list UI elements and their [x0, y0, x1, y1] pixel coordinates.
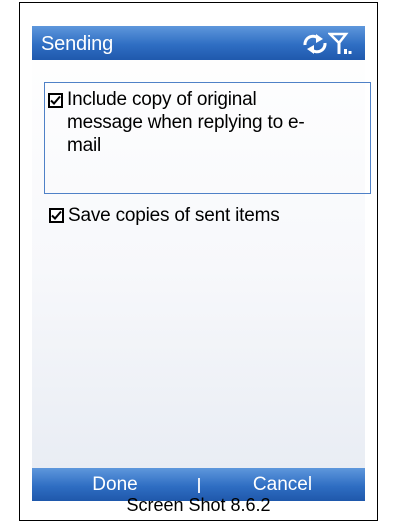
- title-bar: Sending: [32, 26, 365, 60]
- screenshot-frame: Sending Include copy of original message…: [19, 2, 378, 521]
- include-copy-label-line-1: Include copy of original: [67, 89, 257, 110]
- signal-icon: [328, 32, 352, 54]
- page-title: Sending: [41, 33, 113, 55]
- sync-icon: [303, 34, 327, 54]
- checkmark-icon: [51, 210, 62, 220]
- option-include-copy-focus-box[interactable]: Include copy of original message when re…: [44, 82, 371, 194]
- screenshot-caption: Screen Shot 8.6.2: [126, 495, 271, 515]
- include-copy-label-line-3: mail: [67, 135, 102, 156]
- save-copies-checkbox[interactable]: [49, 208, 64, 223]
- include-copy-label-line-2: message when replying to e-: [67, 112, 305, 133]
- include-copy-checkbox[interactable]: [48, 93, 63, 108]
- option-save-copies[interactable]: Save copies of sent items: [44, 202, 371, 230]
- save-copies-label: Save copies of sent items: [68, 205, 280, 226]
- checkmark-icon: [50, 95, 61, 105]
- phone-screen: Sending Include copy of original message…: [32, 26, 371, 468]
